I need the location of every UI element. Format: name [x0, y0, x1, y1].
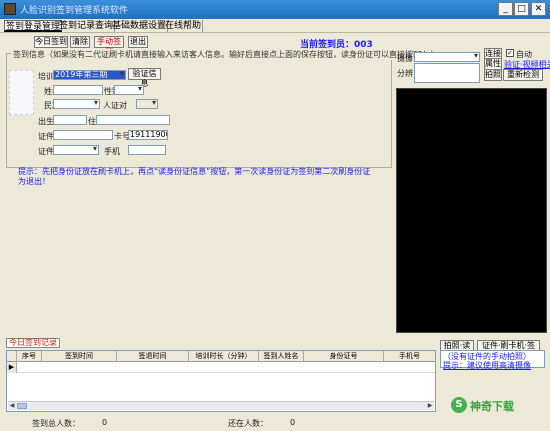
name-input[interactable] — [53, 85, 103, 95]
total-count-label: 签到总人数： — [32, 419, 80, 428]
watermark-logo-icon: S — [451, 397, 467, 413]
close-button[interactable]: ✕ — [531, 2, 546, 16]
column-index[interactable]: 序号 — [17, 351, 42, 362]
id-number-input[interactable] — [53, 130, 113, 140]
menu-basic-data[interactable]: 基础数据设置 — [111, 20, 169, 32]
card-number-input[interactable]: 191119000 — [128, 130, 168, 140]
ethnicity-select[interactable] — [53, 99, 100, 109]
side-note-box: （没有证件的手动拍照） 提示：建议使用高清摄像 — [440, 350, 545, 370]
menu-sign-login[interactable]: 签到登录管理 — [4, 20, 63, 32]
usage-hint: 提示：先把身份证放在刷卡机上，再点“读身份证信息”按钮，第一次读身份证为签到第二… — [18, 167, 371, 186]
photo-box — [9, 70, 34, 115]
camera-tip: 提示：建议使用高清摄像 — [443, 361, 531, 370]
sign-info-legend: 签到信息（如果没有二代证刷卡机请直接输入来访客人信息。输好后直接点上面的保存按钮… — [11, 49, 441, 60]
menu-sign-records[interactable]: 签到记录查询 — [58, 20, 116, 32]
minimize-button[interactable]: _ — [498, 2, 513, 16]
manual-sign-button[interactable]: 手动签到 — [94, 36, 124, 56]
column-corner — [7, 351, 17, 362]
records-table: 序号 签到时间 签退时间 培训时长（分钟） 签到人姓名 身份证号 手机号 ▶ ◀… — [6, 350, 436, 412]
reset-button[interactable]: 重新检测 — [503, 69, 543, 81]
scroll-right-icon[interactable]: ▶ — [426, 402, 434, 410]
total-count-value: 0 — [102, 418, 108, 427]
current-row-arrow-icon: ▶ — [7, 362, 17, 373]
title-bar: 人脸识别签到管理系统软件 _ □ ✕ — [0, 0, 550, 19]
person-label: 人证对 — [103, 101, 127, 110]
id-type-select[interactable] — [53, 145, 99, 155]
app-icon — [4, 3, 16, 15]
app-window: 人脸识别签到管理系统软件 _ □ ✕ 签到登录管理 签到记录查询 基础数据设置 … — [0, 0, 550, 431]
watermark-text: 神奇下载 — [470, 400, 514, 413]
column-sign-in-time[interactable]: 签到时间 — [42, 351, 117, 362]
camera-select[interactable] — [414, 52, 480, 62]
menu-bar: 签到登录管理 签到记录查询 基础数据设置 在线帮助 — [0, 19, 550, 33]
training-select[interactable]: 2019年第三期 — [53, 70, 126, 80]
birth-label: 出生 — [38, 117, 54, 126]
exit-button[interactable]: 退出 — [128, 36, 148, 48]
scroll-left-icon[interactable]: ◀ — [8, 402, 16, 410]
column-id-number[interactable]: 身份证号 — [304, 351, 384, 362]
clear-button[interactable]: 清除 — [70, 36, 90, 48]
gender-select[interactable] — [114, 85, 144, 95]
tab-today-records[interactable]: 今日签到记录 — [6, 338, 60, 348]
maximize-button[interactable]: □ — [514, 2, 529, 16]
capture-button[interactable]: 拍照 — [484, 69, 502, 81]
column-sign-out-time[interactable]: 签退时间 — [117, 351, 189, 362]
camera-preview — [396, 88, 547, 333]
camera-label: 摄像 — [397, 54, 413, 63]
present-count-value: 0 — [290, 418, 296, 427]
column-duration[interactable]: 培训时长（分钟） — [189, 351, 259, 362]
column-phone[interactable]: 手机号 — [384, 351, 435, 362]
present-count-label: 还在人数： — [228, 419, 268, 428]
table-row[interactable]: ▶ — [7, 362, 435, 373]
id-label: 证件 — [38, 132, 54, 141]
address-input[interactable] — [96, 115, 170, 125]
column-name[interactable]: 签到人姓名 — [259, 351, 304, 362]
person-check-select[interactable] — [136, 99, 158, 109]
scrollbar-thumb[interactable] — [17, 403, 27, 409]
window-title: 人脸识别签到管理系统软件 — [20, 6, 129, 16]
phone-input[interactable] — [128, 145, 166, 155]
phone-label: 手机 — [104, 147, 120, 156]
resolution-box[interactable] — [414, 63, 480, 83]
today-sign-button[interactable]: 今日签到 — [34, 36, 68, 48]
verify-info-button[interactable]: 验证信息 — [128, 68, 161, 88]
training-label: 培训 — [38, 72, 54, 81]
menu-online-help[interactable]: 在线帮助 — [164, 20, 204, 32]
resolution-label: 分辨 — [397, 69, 413, 78]
id-type-label: 证件 — [38, 147, 54, 156]
horizontal-scrollbar[interactable]: ◀ ▶ — [8, 401, 434, 410]
auto-checkbox[interactable]: ✓ — [506, 49, 514, 57]
table-header: 序号 签到时间 签退时间 培训时长（分钟） 签到人姓名 身份证号 手机号 — [7, 351, 435, 362]
birth-input[interactable] — [53, 115, 87, 125]
